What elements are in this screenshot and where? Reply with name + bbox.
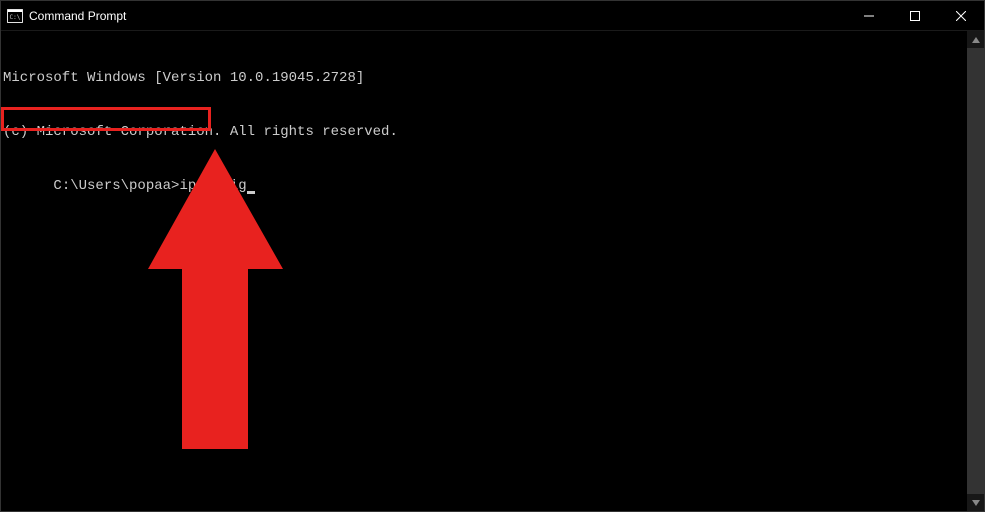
window-title: Command Prompt [29, 9, 846, 23]
window-titlebar[interactable]: C:\ Command Prompt [1, 1, 984, 31]
window-controls [846, 1, 984, 30]
command-prompt-window: C:\ Command Prompt Microsoft Windows [Ve… [0, 0, 985, 512]
vertical-scrollbar[interactable] [967, 31, 984, 511]
command-prompt-icon: C:\ [7, 8, 23, 24]
svg-text:C:\: C:\ [10, 14, 21, 21]
text-cursor [247, 191, 255, 194]
scroll-down-arrow-icon[interactable] [967, 494, 984, 511]
command-prompt-line: C:\Users\popaa>ipconfig [53, 177, 254, 195]
close-button[interactable] [938, 1, 984, 30]
terminal-output-area[interactable]: Microsoft Windows [Version 10.0.19045.27… [1, 31, 967, 511]
scroll-up-arrow-icon[interactable] [967, 31, 984, 48]
scrollbar-track[interactable] [967, 48, 984, 494]
minimize-button[interactable] [846, 1, 892, 30]
banner-version-line: Microsoft Windows [Version 10.0.19045.27… [3, 69, 967, 87]
banner-copyright-line: (c) Microsoft Corporation. All rights re… [3, 123, 967, 141]
window-content: Microsoft Windows [Version 10.0.19045.27… [1, 31, 984, 511]
maximize-button[interactable] [892, 1, 938, 30]
scrollbar-thumb[interactable] [967, 48, 984, 494]
typed-command[interactable]: ipconfig [179, 178, 246, 194]
prompt-path: C:\Users\popaa> [53, 178, 179, 194]
